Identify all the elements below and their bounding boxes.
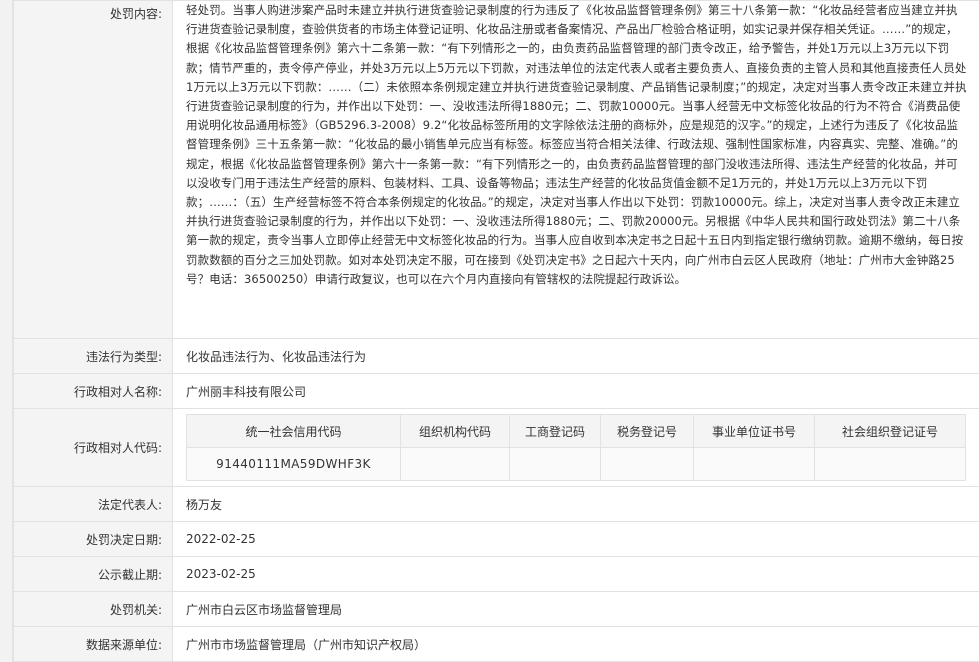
header-institution-cert: 事业单位证书号 xyxy=(693,414,815,448)
header-credit-code: 统一社会信用代码 xyxy=(186,414,401,448)
value-business-reg xyxy=(509,447,601,481)
row-authority: 处罚机关: 广州市白云区市场监督管理局 xyxy=(13,591,979,627)
label-authority: 处罚机关: xyxy=(13,591,173,627)
label-text: 处罚内容: xyxy=(109,7,162,21)
row-penalty-content: 处罚内容: 轻处罚。当事人购进涉案产品时未建立并执行进货查验记录制度的行为违反了… xyxy=(13,0,979,339)
row-publish-end: 公示截止期: 2023-02-25 xyxy=(13,556,979,592)
value-data-source: 广州市市场监督管理局（广州市知识产权局） xyxy=(172,626,979,662)
row-decision-date: 处罚决定日期: 2022-02-25 xyxy=(13,521,979,557)
value-tax-reg xyxy=(600,447,694,481)
value-authority: 广州市白云区市场监督管理局 xyxy=(172,591,979,627)
value-decision-date: 2022-02-25 xyxy=(172,521,979,557)
penalty-content-text: 轻处罚。当事人购进涉案产品时未建立并执行进货查验记录制度的行为违反了《化妆品监督… xyxy=(186,3,967,286)
label-decision-date: 处罚决定日期: xyxy=(13,521,173,557)
label-counterpart-code: 行政相对人代码: xyxy=(13,408,173,487)
row-violation-type: 违法行为类型: 化妆品违法行为、化妆品违法行为 xyxy=(13,338,979,374)
row-counterpart-code: 行政相对人代码: 统一社会信用代码 组织机构代码 工商登记码 税务登记号 事业单… xyxy=(13,408,979,487)
value-institution-cert xyxy=(693,447,815,481)
value-publish-end: 2023-02-25 xyxy=(172,556,979,592)
penalty-record-panel: 处罚内容: 轻处罚。当事人购进涉案产品时未建立并执行进货查验记录制度的行为违反了… xyxy=(12,0,979,662)
code-subtable: 统一社会信用代码 组织机构代码 工商登记码 税务登记号 事业单位证书号 社会组织… xyxy=(186,414,966,481)
value-social-org-reg xyxy=(814,447,966,481)
label-violation-type: 违法行为类型: xyxy=(13,338,173,374)
row-legal-rep: 法定代表人: 杨万友 xyxy=(13,486,979,522)
value-violation-type: 化妆品违法行为、化妆品违法行为 xyxy=(172,338,979,374)
value-org-code xyxy=(400,447,510,481)
label-counterpart-name: 行政相对人名称: xyxy=(13,373,173,409)
code-header-row: 统一社会信用代码 组织机构代码 工商登记码 税务登记号 事业单位证书号 社会组织… xyxy=(186,414,966,448)
header-org-code: 组织机构代码 xyxy=(400,414,510,448)
header-tax-reg: 税务登记号 xyxy=(600,414,694,448)
label-data-source: 数据来源单位: xyxy=(13,626,173,662)
value-legal-rep: 杨万友 xyxy=(172,486,979,522)
penalty-detail-table: 处罚内容: 轻处罚。当事人购进涉案产品时未建立并执行进货查验记录制度的行为违反了… xyxy=(13,0,979,662)
row-counterpart-name: 行政相对人名称: 广州丽丰科技有限公司 xyxy=(13,373,979,409)
value-counterpart-code: 统一社会信用代码 组织机构代码 工商登记码 税务登记号 事业单位证书号 社会组织… xyxy=(172,408,979,487)
code-value-row: 91440111MA59DWHF3K xyxy=(186,447,966,481)
header-business-reg: 工商登记码 xyxy=(509,414,601,448)
label-publish-end: 公示截止期: xyxy=(13,556,173,592)
label-legal-rep: 法定代表人: xyxy=(13,486,173,522)
header-social-org-reg: 社会组织登记证号 xyxy=(814,414,966,448)
value-penalty-content: 轻处罚。当事人购进涉案产品时未建立并执行进货查验记录制度的行为违反了《化妆品监督… xyxy=(172,0,979,339)
label-penalty-content: 处罚内容: xyxy=(13,0,173,339)
row-data-source: 数据来源单位: 广州市市场监督管理局（广州市知识产权局） xyxy=(13,626,979,662)
value-counterpart-name: 广州丽丰科技有限公司 xyxy=(172,373,979,409)
value-credit-code: 91440111MA59DWHF3K xyxy=(186,447,401,481)
